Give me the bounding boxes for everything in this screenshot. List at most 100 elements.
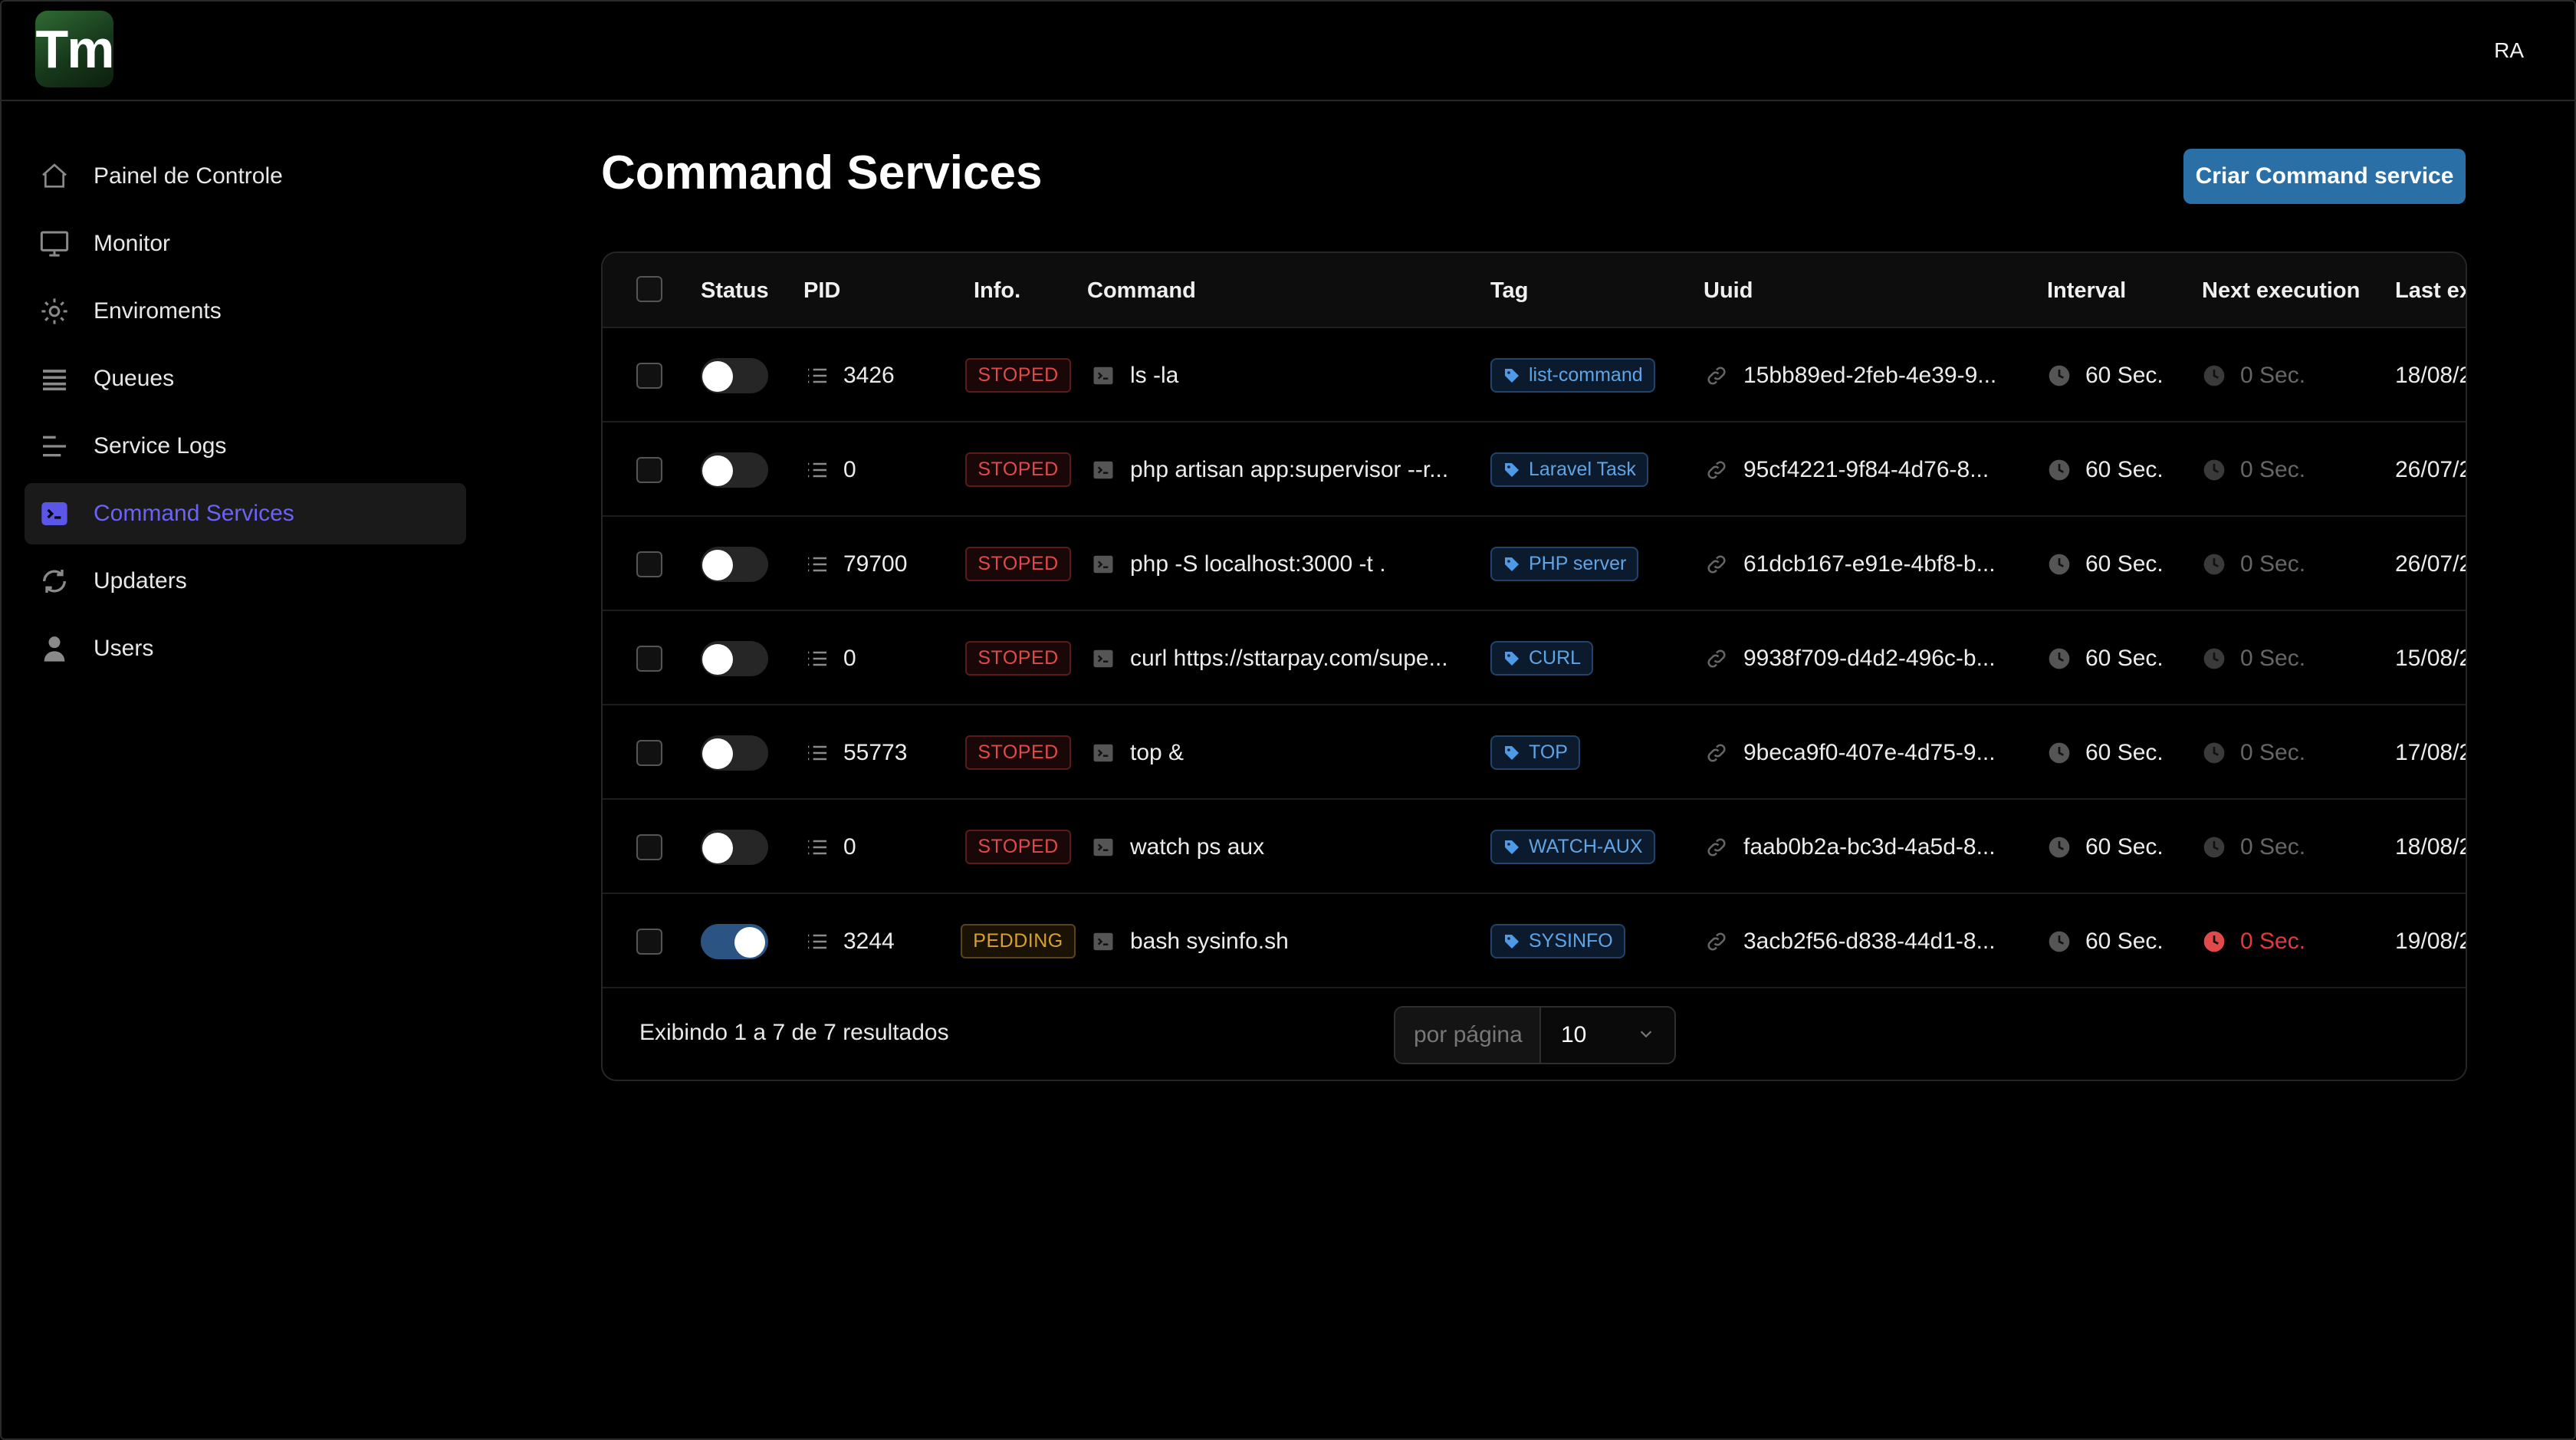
next-execution-value: 0 Sec. xyxy=(2240,551,2306,577)
column-info[interactable]: Info. xyxy=(974,278,1020,304)
status-toggle[interactable] xyxy=(701,894,768,988)
terminal-icon xyxy=(1092,647,1115,670)
sidebar-item-monitor[interactable]: Monitor xyxy=(25,213,466,275)
pid-value: 79700 xyxy=(843,551,908,577)
link-icon xyxy=(1705,553,1728,576)
tag-icon xyxy=(1503,838,1521,856)
uuid-value[interactable]: 9938f709-d4d2-496c-b... xyxy=(1743,646,1996,672)
status-toggle[interactable] xyxy=(701,328,768,422)
row-checkbox[interactable] xyxy=(636,800,662,894)
tag-label: CURL xyxy=(1529,647,1582,669)
per-page-select[interactable]: 10 xyxy=(1541,1008,1674,1063)
tag-badge[interactable]: TOP xyxy=(1490,735,1580,770)
clock-icon xyxy=(2202,363,2226,388)
sidebar-item-label: Enviroments xyxy=(94,298,222,324)
terminal-icon xyxy=(1092,741,1115,764)
list-icon xyxy=(805,646,830,671)
row-checkbox[interactable] xyxy=(636,611,662,705)
refresh-icon xyxy=(38,565,71,597)
status-toggle[interactable] xyxy=(701,517,768,611)
sidebar-item-updaters[interactable]: Updaters xyxy=(25,551,466,612)
row-checkbox[interactable] xyxy=(636,422,662,517)
row-checkbox[interactable] xyxy=(636,705,662,800)
pid-value: 0 xyxy=(843,833,856,860)
clock-icon xyxy=(2047,835,2072,860)
sidebar: Painel de Controle Monitor Enviroments Q… xyxy=(25,146,466,685)
table-row[interactable]: 3244 PEDDING bash sysinfo.sh SYSINFO 3ac… xyxy=(603,894,2466,988)
uuid-value[interactable]: 61dcb167-e91e-4bf8-b... xyxy=(1743,551,1996,577)
uuid-value[interactable]: 15bb89ed-2feb-4e39-9... xyxy=(1743,363,1996,389)
table-row[interactable]: 79700 STOPED php -S localhost:3000 -t . … xyxy=(603,517,2466,611)
last-execution-value: 18/08/2 xyxy=(2395,833,2467,860)
interval-value: 60 Sec. xyxy=(2085,739,2164,765)
logo-text: Tm xyxy=(35,19,115,79)
interval-value: 60 Sec. xyxy=(2085,456,2164,482)
tag-badge[interactable]: list-command xyxy=(1490,358,1655,393)
clock-icon xyxy=(2202,741,2226,765)
clock-icon xyxy=(2047,741,2072,765)
status-toggle[interactable] xyxy=(701,422,768,517)
column-next-execution[interactable]: Next execution xyxy=(2202,278,2360,304)
status-badge: STOPED xyxy=(965,452,1071,487)
home-icon xyxy=(38,160,71,192)
table-row[interactable]: 0 STOPED php artisan app:supervisor --r.… xyxy=(603,422,2466,517)
tag-badge[interactable]: SYSINFO xyxy=(1490,924,1625,958)
next-execution-value: 0 Sec. xyxy=(2240,928,2306,954)
tag-badge[interactable]: PHP server xyxy=(1490,547,1639,581)
chevron-down-icon xyxy=(1638,1022,1654,1048)
tag-badge[interactable]: Laravel Task xyxy=(1490,452,1648,487)
status-toggle[interactable] xyxy=(701,705,768,800)
column-tag[interactable]: Tag xyxy=(1490,278,1528,304)
terminal-icon xyxy=(1092,364,1115,387)
user-avatar[interactable]: RA xyxy=(2494,38,2524,63)
table-row[interactable]: 3426 STOPED ls -la list-command 15bb89ed… xyxy=(603,328,2466,422)
sidebar-item-enviroments[interactable]: Enviroments xyxy=(25,281,466,342)
column-last-execution[interactable]: Last ex xyxy=(2395,278,2466,304)
queue-icon xyxy=(38,363,71,395)
tag-badge[interactable]: CURL xyxy=(1490,641,1594,676)
sidebar-item-service-logs[interactable]: Service Logs xyxy=(25,416,466,477)
status-toggle[interactable] xyxy=(701,611,768,705)
gear-icon xyxy=(38,295,71,327)
uuid-value[interactable]: faab0b2a-bc3d-4a5d-8... xyxy=(1743,834,1996,860)
sidebar-item-command-services[interactable]: Command Services xyxy=(25,483,466,544)
column-interval[interactable]: Interval xyxy=(2047,278,2126,304)
logs-icon xyxy=(38,430,71,462)
user-icon xyxy=(38,633,71,665)
row-checkbox[interactable] xyxy=(636,328,662,422)
select-all-checkbox[interactable] xyxy=(636,276,662,302)
column-pid[interactable]: PID xyxy=(803,278,840,304)
table-row[interactable]: 0 STOPED curl https://sttarpay.com/supe.… xyxy=(603,611,2466,705)
status-toggle[interactable] xyxy=(701,800,768,894)
table-row[interactable]: 0 STOPED watch ps aux WATCH-AUX faab0b2a… xyxy=(603,800,2466,894)
column-command[interactable]: Command xyxy=(1087,278,1196,304)
list-icon xyxy=(805,835,830,860)
tag-label: Laravel Task xyxy=(1529,459,1636,480)
uuid-value[interactable]: 9beca9f0-407e-4d75-9... xyxy=(1743,740,1996,766)
uuid-value[interactable]: 3acb2f56-d838-44d1-8... xyxy=(1743,929,1996,955)
next-execution-value: 0 Sec. xyxy=(2240,362,2306,388)
create-command-service-button[interactable]: Criar Command service xyxy=(2183,149,2466,204)
terminal-icon xyxy=(1092,930,1115,953)
results-summary: Exibindo 1 a 7 de 7 resultados xyxy=(639,1020,949,1045)
command-text: curl https://sttarpay.com/supe... xyxy=(1130,645,1448,671)
link-icon xyxy=(1705,647,1728,670)
terminal-icon xyxy=(1092,553,1115,576)
row-checkbox[interactable] xyxy=(636,517,662,611)
column-status[interactable]: Status xyxy=(701,278,769,304)
row-checkbox[interactable] xyxy=(636,894,662,988)
app-logo[interactable]: Tm xyxy=(35,11,115,87)
table-row[interactable]: 55773 STOPED top & TOP 9beca9f0-407e-4d7… xyxy=(603,705,2466,800)
tag-badge[interactable]: WATCH-AUX xyxy=(1490,830,1655,864)
last-execution-value: 15/08/2 xyxy=(2395,645,2467,671)
sidebar-item-queues[interactable]: Queues xyxy=(25,348,466,409)
column-uuid[interactable]: Uuid xyxy=(1704,278,1753,304)
last-execution-value: 19/08/2 xyxy=(2395,928,2467,954)
uuid-value[interactable]: 95cf4221-9f84-4d76-8... xyxy=(1743,457,1989,483)
tag-label: TOP xyxy=(1529,741,1568,763)
sidebar-item-label: Users xyxy=(94,636,154,661)
sidebar-item-painel-de-controle[interactable]: Painel de Controle xyxy=(25,146,466,207)
clock-icon xyxy=(2202,458,2226,482)
sidebar-item-users[interactable]: Users xyxy=(25,618,466,679)
link-icon xyxy=(1705,836,1728,859)
